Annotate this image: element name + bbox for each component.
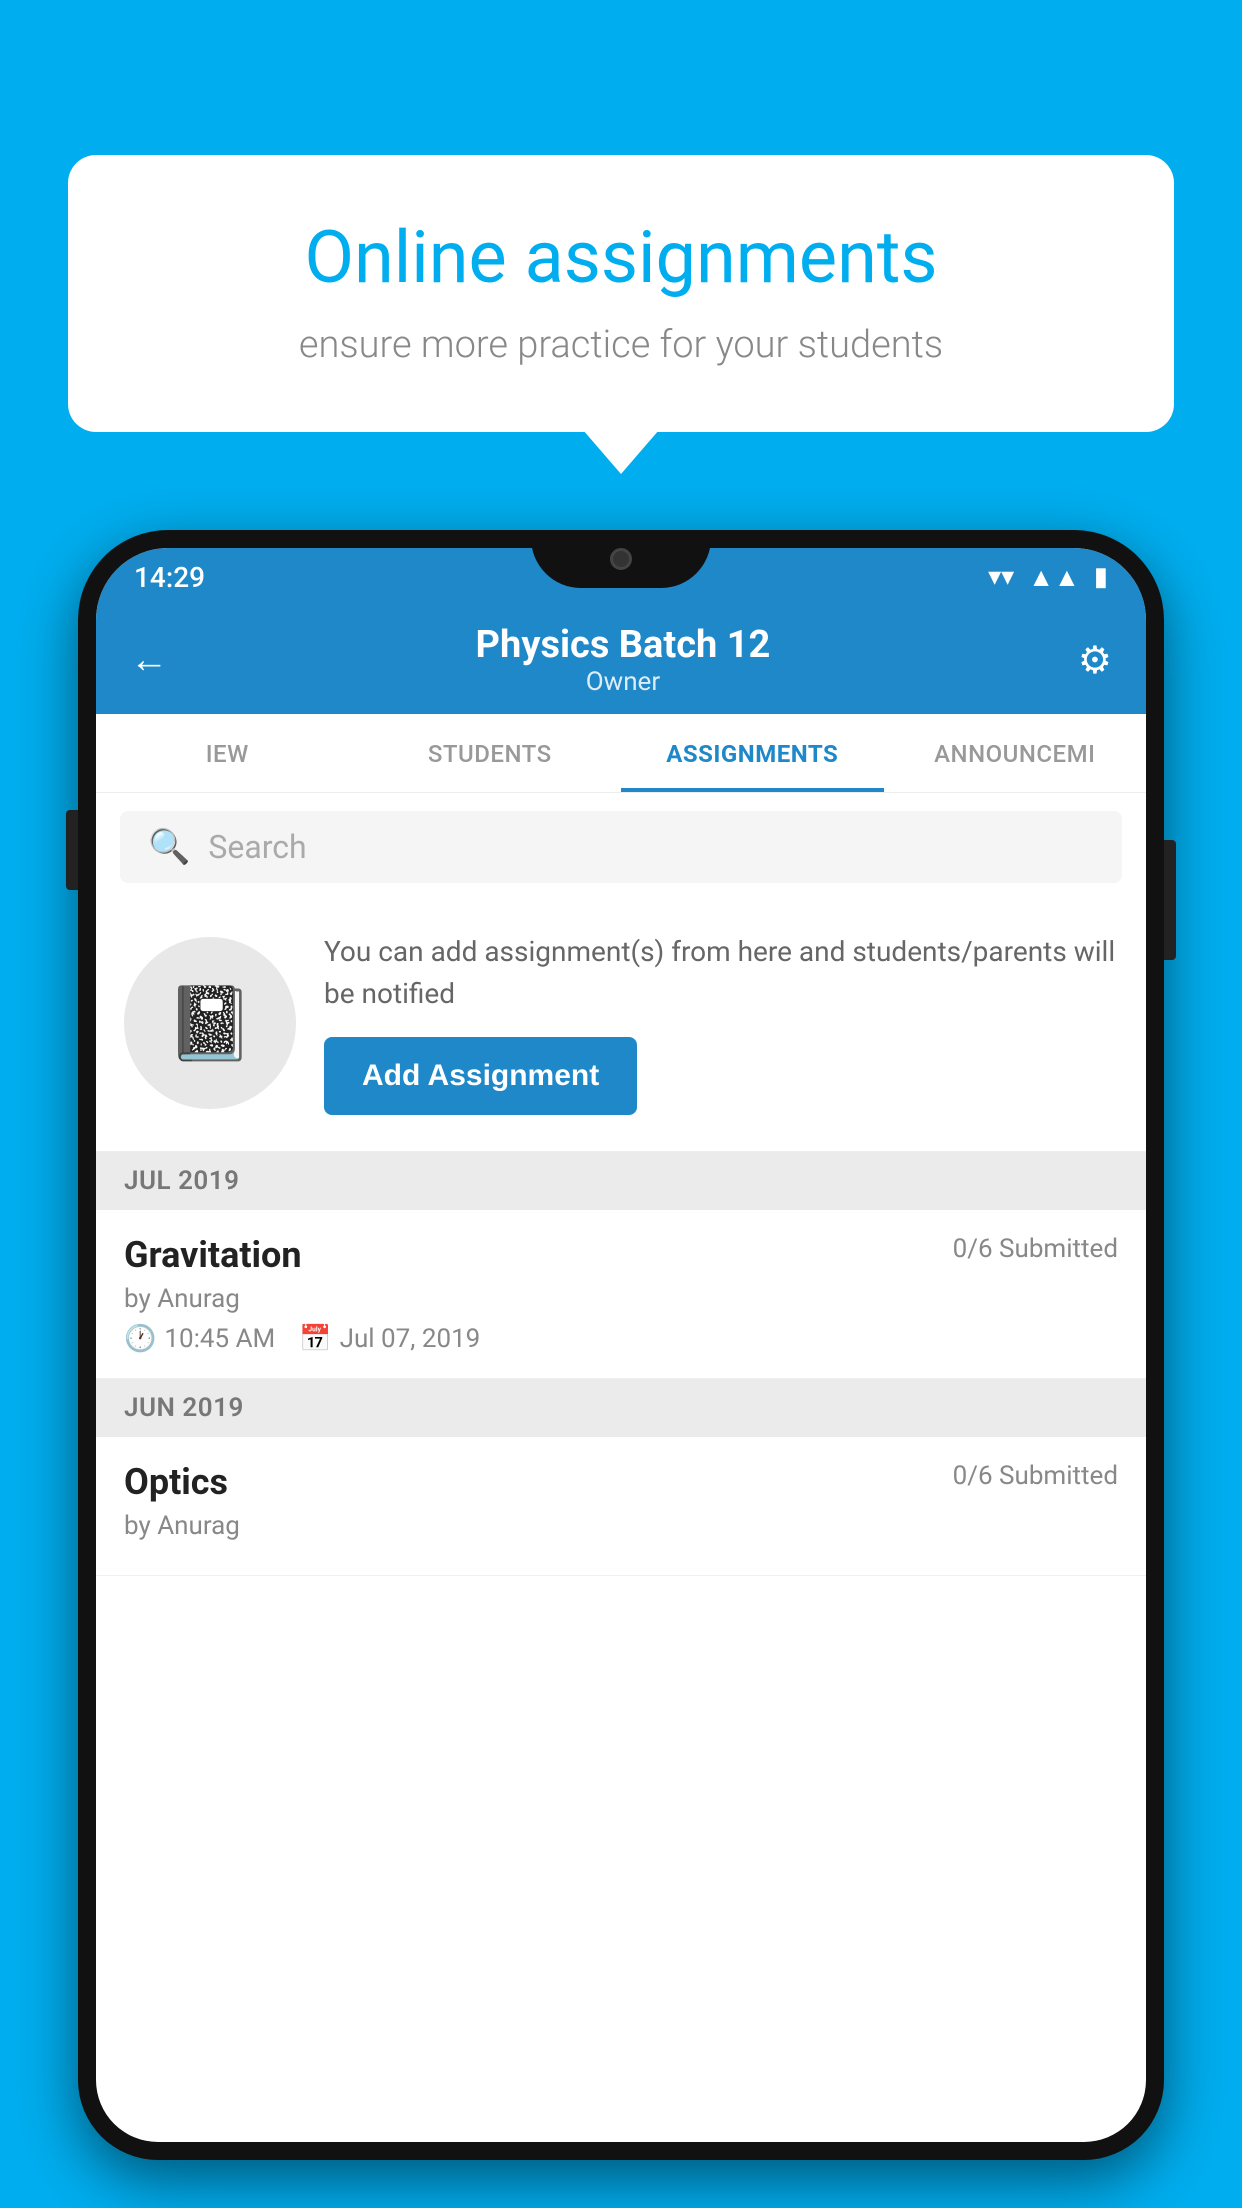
- phone-container: 14:29 ▾▾ ▲▲ ▮ ← Physics Batch 12 Owner ⚙…: [78, 530, 1164, 2208]
- settings-button[interactable]: ⚙: [1078, 638, 1112, 683]
- calendar-icon: 📅: [299, 1324, 331, 1354]
- battery-icon: ▮: [1094, 562, 1108, 592]
- promo-content: You can add assignment(s) from here and …: [324, 931, 1118, 1115]
- section-jul-2019: JUL 2019: [96, 1152, 1146, 1210]
- assignment-meta-gravitation: 🕐 10:45 AM 📅 Jul 07, 2019: [124, 1324, 1118, 1354]
- submitted-badge-optics: 0/6 Submitted: [953, 1461, 1118, 1491]
- assignment-item-optics[interactable]: Optics 0/6 Submitted by Anurag: [96, 1437, 1146, 1576]
- assignment-row-top-optics: Optics 0/6 Submitted: [124, 1461, 1118, 1503]
- back-button[interactable]: ←: [130, 638, 168, 682]
- meta-date: 📅 Jul 07, 2019: [299, 1324, 480, 1354]
- assignment-item-gravitation[interactable]: Gravitation 0/6 Submitted by Anurag 🕐 10…: [96, 1210, 1146, 1379]
- meta-time: 🕐 10:45 AM: [124, 1324, 275, 1354]
- assignment-time: 10:45 AM: [164, 1324, 275, 1354]
- app-header: ← Physics Batch 12 Owner ⚙: [96, 606, 1146, 714]
- header-title: Physics Batch 12: [476, 623, 771, 667]
- search-placeholder: Search: [208, 828, 306, 866]
- assignment-by-gravitation: by Anurag: [124, 1284, 1118, 1314]
- tabs-bar: IEW STUDENTS ASSIGNMENTS ANNOUNCEMI: [96, 714, 1146, 793]
- section-label-jul: JUL 2019: [124, 1166, 240, 1196]
- tab-announcements[interactable]: ANNOUNCEMI: [884, 714, 1147, 792]
- assignment-by-optics: by Anurag: [124, 1511, 1118, 1541]
- search-container: 🔍 Search: [96, 793, 1146, 901]
- signal-icon: ▲▲: [1028, 562, 1079, 593]
- screen-content: 🔍 Search 📓 You can add assignment(s) fro…: [96, 793, 1146, 2142]
- clock-icon: 🕐: [124, 1324, 156, 1354]
- speech-bubble-container: Online assignments ensure more practice …: [68, 155, 1174, 432]
- notebook-icon-wrap: 📓: [124, 937, 296, 1109]
- section-jun-2019: JUN 2019: [96, 1379, 1146, 1437]
- bubble-title: Online assignments: [138, 215, 1104, 301]
- tab-students[interactable]: STUDENTS: [359, 714, 622, 792]
- header-subtitle: Owner: [476, 667, 771, 697]
- header-center: Physics Batch 12 Owner: [476, 623, 771, 697]
- tab-assignments[interactable]: ASSIGNMENTS: [621, 714, 884, 792]
- promo-text: You can add assignment(s) from here and …: [324, 931, 1118, 1015]
- wifi-icon: ▾▾: [988, 562, 1014, 592]
- notch-camera: [610, 548, 632, 570]
- section-label-jun: JUN 2019: [124, 1393, 244, 1423]
- phone-notch: [531, 530, 711, 588]
- assignment-row-top: Gravitation 0/6 Submitted: [124, 1234, 1118, 1276]
- bubble-subtitle: ensure more practice for your students: [138, 323, 1104, 367]
- status-time: 14:29: [134, 561, 205, 594]
- assignment-name-gravitation: Gravitation: [124, 1234, 302, 1276]
- search-bar[interactable]: 🔍 Search: [120, 811, 1122, 883]
- notebook-icon: 📓: [165, 981, 255, 1066]
- assignment-name-optics: Optics: [124, 1461, 228, 1503]
- promo-block: 📓 You can add assignment(s) from here an…: [96, 901, 1146, 1152]
- tab-iew[interactable]: IEW: [96, 714, 359, 792]
- submitted-badge-gravitation: 0/6 Submitted: [953, 1234, 1118, 1264]
- phone-screen: 14:29 ▾▾ ▲▲ ▮ ← Physics Batch 12 Owner ⚙…: [96, 548, 1146, 2142]
- search-icon: 🔍: [148, 827, 190, 867]
- assignment-date: Jul 07, 2019: [340, 1324, 481, 1354]
- status-icons: ▾▾ ▲▲ ▮: [988, 562, 1108, 593]
- add-assignment-button[interactable]: Add Assignment: [324, 1037, 637, 1115]
- speech-bubble: Online assignments ensure more practice …: [68, 155, 1174, 432]
- phone-frame: 14:29 ▾▾ ▲▲ ▮ ← Physics Batch 12 Owner ⚙…: [78, 530, 1164, 2160]
